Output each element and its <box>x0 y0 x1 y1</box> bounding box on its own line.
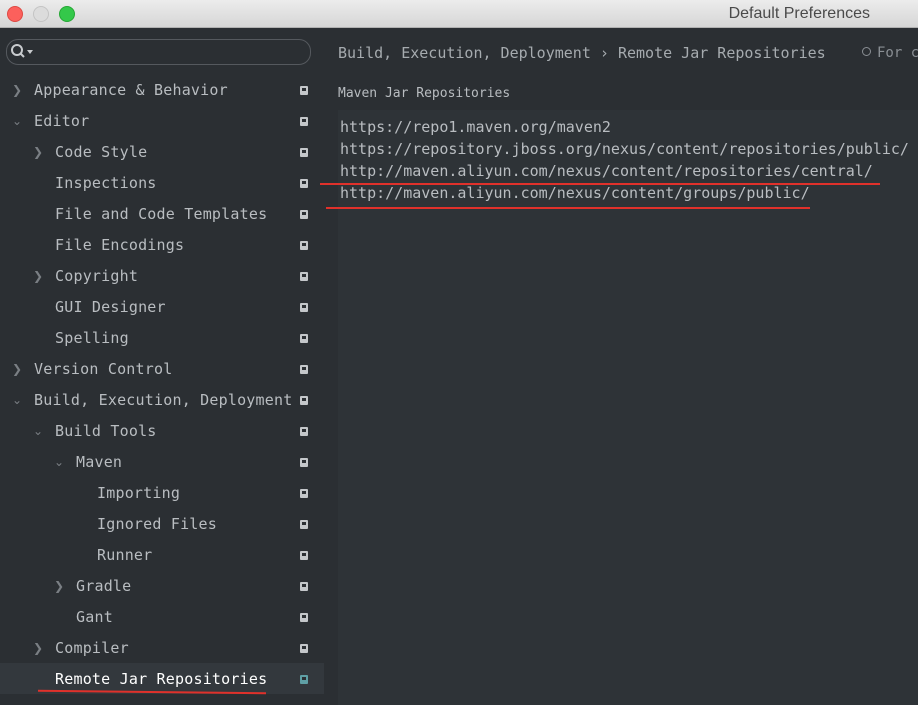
sidebar-item-label: Copyright <box>55 267 139 285</box>
settings-sidebar: ❯ Appearance & Behavior ⌄ Editor ❯ Code … <box>0 28 324 705</box>
sidebar-item-gui-designer[interactable]: GUI Designer <box>0 291 324 322</box>
sidebar-item-build-tools[interactable]: ⌄ Build Tools <box>0 415 324 446</box>
project-level-icon <box>300 86 308 95</box>
project-level-icon <box>300 489 308 498</box>
sidebar-item-label: Build, Execution, Deployment <box>34 391 293 409</box>
sidebar-item-label: GUI Designer <box>55 298 166 316</box>
project-level-icon <box>300 272 308 281</box>
project-level-icon <box>300 241 308 250</box>
sidebar-item-appearance-behavior[interactable]: ❯ Appearance & Behavior <box>0 74 324 105</box>
sidebar-item-gradle[interactable]: ❯ Gradle <box>0 570 324 601</box>
sidebar-item-label: Runner <box>97 546 153 564</box>
project-level-icon <box>862 47 871 56</box>
project-level-icon <box>300 303 308 312</box>
sidebar-item-label: File Encodings <box>55 236 185 254</box>
sidebar-item-runner[interactable]: Runner <box>0 539 324 570</box>
sidebar-item-file-and-code-templates[interactable]: File and Code Templates <box>0 198 324 229</box>
window-title: Default Preferences <box>728 5 870 22</box>
sidebar-item-label: Remote Jar Repositories <box>55 670 268 688</box>
sidebar-item-inspections[interactable]: Inspections <box>0 167 324 198</box>
project-level-icon <box>300 396 308 405</box>
project-level-icon <box>300 334 308 343</box>
sidebar-item-label: Ignored Files <box>97 515 217 533</box>
search-input[interactable] <box>6 39 311 65</box>
chevron-down-icon: ⌄ <box>54 455 65 469</box>
close-window-button[interactable] <box>7 6 23 22</box>
sidebar-item-version-control[interactable]: ❯ Version Control <box>0 353 324 384</box>
chevron-down-icon: ⌄ <box>12 114 23 128</box>
sidebar-item-label: Spelling <box>55 329 129 347</box>
sidebar-item-label: Appearance & Behavior <box>34 81 228 99</box>
list-item[interactable]: http://maven.aliyun.com/nexus/content/re… <box>340 162 873 180</box>
sidebar-item-compiler[interactable]: ❯ Compiler <box>0 632 324 663</box>
project-level-icon <box>300 520 308 529</box>
project-level-icon <box>300 117 308 126</box>
title-bar: Default Preferences <box>0 0 918 28</box>
sidebar-item-importing[interactable]: Importing <box>0 477 324 508</box>
sidebar-item-label: File and Code Templates <box>55 205 268 223</box>
project-level-icon <box>300 675 308 684</box>
sidebar-item-label: Inspections <box>55 174 157 192</box>
chevron-right-icon: ❯ <box>12 83 23 97</box>
project-level-icon <box>300 551 308 560</box>
project-level-icon <box>300 210 308 219</box>
annotation-underline <box>320 183 880 185</box>
sidebar-item-editor[interactable]: ⌄ Editor <box>0 105 324 136</box>
sidebar-item-label: Gradle <box>76 577 132 595</box>
list-item[interactable]: http://maven.aliyun.com/nexus/content/gr… <box>340 184 810 202</box>
sidebar-item-maven[interactable]: ⌄ Maven <box>0 446 324 477</box>
sidebar-item-spelling[interactable]: Spelling <box>0 322 324 353</box>
sidebar-item-file-encodings[interactable]: File Encodings <box>0 229 324 260</box>
chevron-right-icon: ❯ <box>54 579 65 593</box>
chevron-down-icon: ⌄ <box>33 424 44 438</box>
chevron-right-icon: ❯ <box>12 362 23 376</box>
sidebar-item-label: Compiler <box>55 639 129 657</box>
project-level-icon <box>300 644 308 653</box>
sidebar-item-label: Importing <box>97 484 181 502</box>
sidebar-item-build-execution-deployment[interactable]: ⌄ Build, Execution, Deployment <box>0 384 324 415</box>
sidebar-item-gant[interactable]: Gant <box>0 601 324 632</box>
sidebar-item-label: Build Tools <box>55 422 157 440</box>
project-level-icon <box>300 427 308 436</box>
sidebar-item-label: Editor <box>34 112 90 130</box>
project-level-icon <box>300 582 308 591</box>
chevron-right-icon: ❯ <box>33 641 44 655</box>
project-level-icon <box>300 148 308 157</box>
for-link-label: For c <box>877 45 918 61</box>
sidebar-item-copyright[interactable]: ❯ Copyright <box>0 260 324 291</box>
project-level-icon <box>300 365 308 374</box>
minimize-window-button[interactable] <box>33 6 49 22</box>
settings-content: Build, Execution, Deployment › Remote Ja… <box>320 28 918 705</box>
chevron-right-icon: ❯ <box>33 145 44 159</box>
sidebar-item-label: Code Style <box>55 143 148 161</box>
list-item[interactable]: https://repo1.maven.org/maven2 <box>340 118 611 136</box>
chevron-down-icon: ⌄ <box>12 393 23 407</box>
repository-list[interactable]: https://repo1.maven.org/maven2 https://r… <box>320 110 918 705</box>
chevron-right-icon: ❯ <box>33 269 44 283</box>
section-title: Maven Jar Repositories <box>338 86 511 101</box>
list-item[interactable]: https://repository.jboss.org/nexus/conte… <box>340 140 909 158</box>
sidebar-item-ignored-files[interactable]: Ignored Files <box>0 508 324 539</box>
breadcrumb: Build, Execution, Deployment › Remote Ja… <box>338 44 826 62</box>
for-current-project-link[interactable]: For c <box>862 45 918 61</box>
annotation-underline <box>326 207 810 209</box>
sidebar-item-label: Maven <box>76 453 123 471</box>
project-level-icon <box>300 458 308 467</box>
project-level-icon <box>300 613 308 622</box>
sidebar-item-label: Version Control <box>34 360 173 378</box>
sidebar-item-code-style[interactable]: ❯ Code Style <box>0 136 324 167</box>
project-level-icon <box>300 179 308 188</box>
search-icon <box>11 44 33 58</box>
sidebar-item-label: Gant <box>76 608 113 626</box>
maximize-window-button[interactable] <box>59 6 75 22</box>
